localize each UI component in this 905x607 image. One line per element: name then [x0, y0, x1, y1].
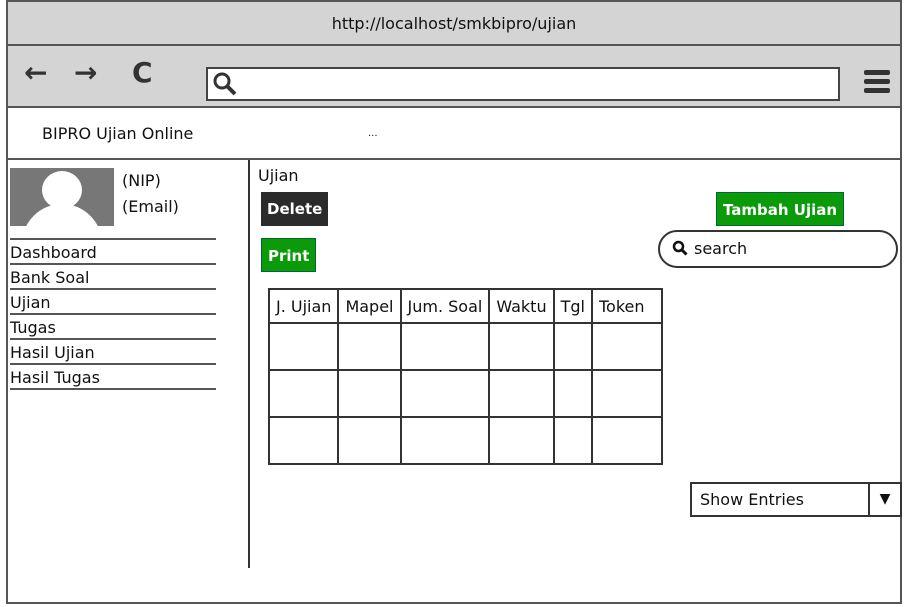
app-brand[interactable]: BIPRO Ujian Online — [42, 124, 193, 143]
table-row — [267, 369, 663, 418]
header-dots: ... — [368, 128, 378, 139]
url-title: http://localhost/smkbipro/ujian — [331, 13, 577, 33]
table-cell — [267, 416, 340, 465]
print-button[interactable]: Print — [261, 238, 317, 272]
browser-toolbar: ← → C — [8, 46, 900, 108]
column-header-jumlah-soal[interactable]: Jum. Soal — [399, 288, 491, 324]
column-header-mapel[interactable]: Mapel — [337, 288, 402, 324]
search-input[interactable]: search — [658, 230, 898, 268]
table-cell — [590, 369, 663, 418]
search-placeholder: search — [694, 239, 748, 258]
sidebar-item-ujian[interactable]: Ujian — [10, 290, 216, 315]
delete-button[interactable]: Delete — [261, 192, 329, 226]
sidebar-item-hasil-ujian[interactable]: Hasil Ujian — [10, 340, 216, 365]
table-cell — [488, 416, 555, 465]
sidebar-item-tugas[interactable]: Tugas — [10, 315, 216, 340]
reload-icon[interactable]: C — [132, 58, 153, 88]
show-entries-label: Show Entries — [700, 490, 804, 509]
main-content: Ujian Delete Print Tambah Ujian search J… — [258, 160, 902, 568]
column-header-jenis-ujian[interactable]: J. Ujian — [267, 288, 340, 324]
sidebar-nav: Dashboard Bank Soal Ujian Tugas Hasil Uj… — [10, 238, 216, 390]
add-exam-button[interactable]: Tambah Ujian — [716, 192, 845, 226]
forward-arrow-icon[interactable]: → — [74, 58, 97, 88]
table-cell — [399, 369, 491, 418]
show-entries-select[interactable]: Show Entries ▼ — [690, 482, 902, 517]
table-cell — [590, 416, 663, 465]
table-cell — [552, 369, 593, 418]
title-bar: http://localhost/smkbipro/ujian — [8, 2, 900, 46]
browser-window: http://localhost/smkbipro/ujian ← → C BI… — [6, 0, 902, 604]
table-cell — [267, 369, 340, 418]
sidebar-item-dashboard[interactable]: Dashboard — [10, 238, 216, 265]
profile-info: (NIP) (Email) — [122, 168, 179, 220]
table-header-row: J. Ujian Mapel Jum. Soal Waktu Tgl Token — [267, 288, 663, 324]
column-header-waktu[interactable]: Waktu — [488, 288, 555, 324]
table-cell — [337, 416, 402, 465]
address-bar[interactable] — [206, 67, 840, 101]
back-arrow-icon[interactable]: ← — [24, 58, 47, 88]
search-icon — [672, 240, 688, 256]
column-header-token[interactable]: Token — [590, 288, 663, 324]
page-title: Ujian — [258, 166, 299, 185]
table-cell — [552, 416, 593, 465]
table-cell — [267, 322, 340, 371]
table-cell — [590, 322, 663, 371]
sidebar-item-bank-soal[interactable]: Bank Soal — [10, 265, 216, 290]
profile-nip: (NIP) — [122, 171, 161, 190]
sidebar-item-hasil-tugas[interactable]: Hasil Tugas — [10, 365, 216, 390]
hamburger-menu-icon[interactable] — [864, 70, 890, 97]
table-cell — [488, 322, 555, 371]
table-cell — [337, 369, 402, 418]
app-header: BIPRO Ujian Online ... — [8, 108, 900, 160]
table-cell — [399, 416, 491, 465]
table-cell — [552, 322, 593, 371]
exam-table: J. Ujian Mapel Jum. Soal Waktu Tgl Token — [267, 288, 663, 465]
table-cell — [399, 322, 491, 371]
profile-email: (Email) — [122, 197, 179, 216]
search-icon — [213, 72, 237, 96]
table-cell — [337, 322, 402, 371]
table-row — [267, 416, 663, 465]
table-cell — [488, 369, 555, 418]
avatar — [10, 168, 114, 226]
chevron-down-icon[interactable]: ▼ — [868, 484, 900, 515]
column-header-tgl[interactable]: Tgl — [552, 288, 593, 324]
sidebar: (NIP) (Email) Dashboard Bank Soal Ujian … — [8, 160, 250, 568]
table-row — [267, 322, 663, 371]
